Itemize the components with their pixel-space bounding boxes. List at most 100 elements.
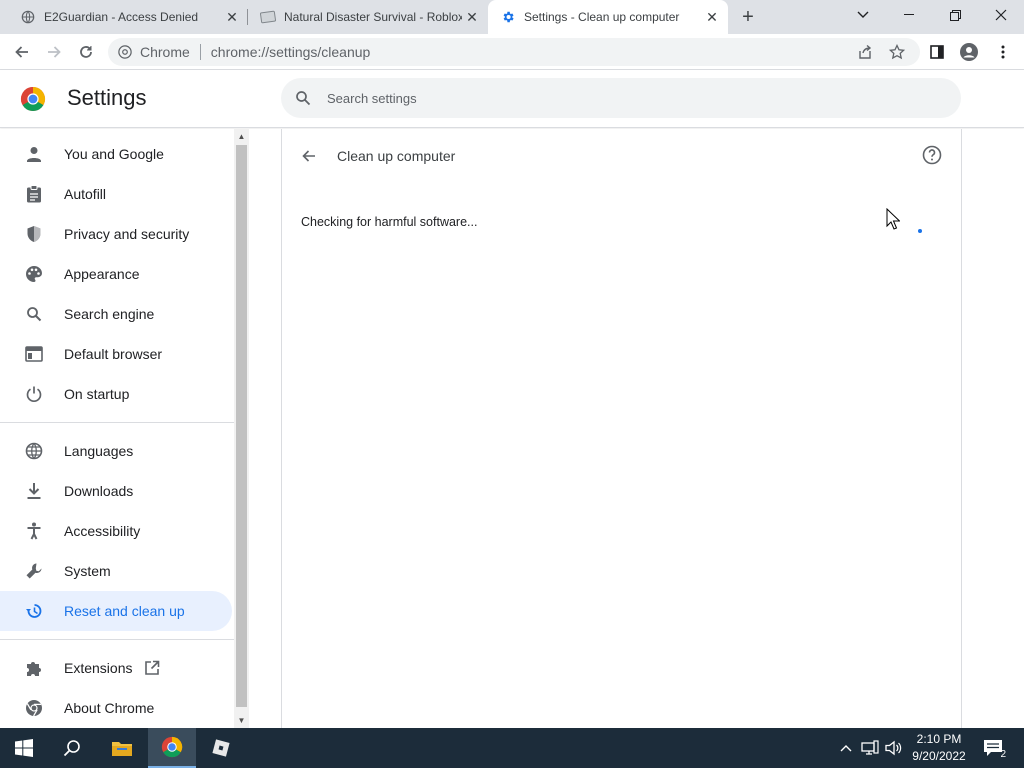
scrollbar-thumb[interactable] — [236, 145, 247, 707]
scroll-up-arrow-icon[interactable]: ▲ — [237, 132, 246, 141]
sidebar-item-on-startup[interactable]: On startup — [0, 374, 232, 414]
address-bar[interactable]: Chrome chrome://settings/cleanup — [108, 38, 920, 66]
tab-title: E2Guardian - Access Denied — [44, 10, 199, 24]
sidebar-item-system[interactable]: System — [0, 551, 232, 591]
chrome-logo-icon — [20, 86, 46, 112]
sidebar-item-reset-and-clean-up[interactable]: Reset and clean up — [0, 591, 232, 631]
sidebar-item-label: Appearance — [64, 266, 140, 282]
sidebar-item-you-and-google[interactable]: You and Google — [0, 134, 232, 174]
loading-spinner — [918, 229, 922, 233]
search-icon — [293, 88, 313, 108]
sidebar-item-label: Autofill — [64, 186, 107, 202]
browser-icon — [24, 344, 44, 364]
taskbar-roblox[interactable] — [197, 728, 245, 768]
chrome-icon — [24, 698, 44, 718]
settings-header: Settings Search settings — [0, 70, 1024, 128]
sidebar-item-label: Privacy and security — [64, 226, 190, 242]
profile-avatar-icon[interactable] — [956, 39, 982, 65]
sidebar-item-about-chrome[interactable]: About Chrome — [0, 688, 232, 728]
tab-title: Settings - Clean up computer — [524, 10, 680, 24]
minimize-button[interactable] — [886, 0, 932, 30]
sidebar-divider — [0, 639, 234, 640]
back-button[interactable] — [8, 38, 36, 66]
puzzle-icon — [24, 658, 44, 678]
tab-settings[interactable]: Settings - Clean up computer ✕ — [488, 0, 728, 34]
close-tab-icon[interactable]: ✕ — [462, 7, 482, 27]
sidebar-item-label: You and Google — [64, 146, 164, 162]
sidebar-item-label: Reset and clean up — [64, 603, 185, 619]
chrome-logo-icon — [161, 736, 183, 758]
sidebar-divider — [0, 422, 234, 423]
search-icon — [24, 304, 44, 324]
network-icon[interactable] — [860, 738, 880, 758]
url-text[interactable]: chrome://settings/cleanup — [211, 44, 371, 60]
page-icon — [260, 9, 276, 25]
browser-toolbar: Chrome chrome://settings/cleanup — [0, 34, 1024, 70]
sidebar-item-extensions[interactable]: Extensions — [0, 648, 232, 688]
sidebar-item-search-engine[interactable]: Search engine — [0, 294, 232, 334]
close-tab-icon[interactable]: ✕ — [222, 7, 242, 27]
settings-sidebar: You and Google Autofill Privacy and secu… — [0, 129, 234, 728]
sidebar-item-accessibility[interactable]: Accessibility — [0, 511, 232, 551]
sidebar-item-appearance[interactable]: Appearance — [0, 254, 232, 294]
tab-e2guardian[interactable]: E2Guardian - Access Denied ✕ — [8, 0, 248, 34]
tab-strip: E2Guardian - Access Denied ✕ Natural Dis… — [0, 0, 1024, 34]
page-title: Settings — [67, 85, 147, 110]
sidebar-scrollbar[interactable]: ▲ ▼ — [234, 129, 249, 728]
bookmark-star-icon[interactable] — [884, 39, 910, 65]
globe-icon — [24, 441, 44, 461]
side-panel-icon[interactable] — [924, 39, 950, 65]
share-icon[interactable] — [852, 39, 878, 65]
sidebar-item-autofill[interactable]: Autofill — [0, 174, 232, 214]
globe-icon — [20, 9, 36, 25]
close-window-button[interactable] — [978, 0, 1024, 30]
status-text: Checking for harmful software... — [301, 215, 478, 229]
action-center-button[interactable]: 2 — [980, 736, 1006, 760]
sidebar-item-default-browser[interactable]: Default browser — [0, 334, 232, 374]
mouse-cursor-icon — [886, 208, 900, 230]
cleanup-card: Clean up computer Checking for harmful s… — [281, 129, 962, 728]
tab-search-icon[interactable] — [840, 0, 886, 30]
clock-time: 2:10 PM — [916, 732, 962, 746]
taskbar-file-explorer[interactable] — [98, 728, 146, 768]
scroll-down-arrow-icon[interactable]: ▼ — [237, 716, 246, 725]
sidebar-item-label: About Chrome — [64, 700, 155, 716]
reload-button[interactable] — [72, 38, 100, 66]
close-tab-icon[interactable]: ✕ — [702, 7, 722, 27]
sidebar-item-label: Accessibility — [64, 523, 141, 539]
forward-button[interactable] — [40, 38, 68, 66]
start-button[interactable] — [0, 728, 48, 768]
back-arrow-button[interactable] — [296, 143, 322, 169]
subpage-title: Clean up computer — [337, 148, 456, 164]
sidebar-item-label: Extensions — [64, 660, 133, 676]
gear-icon — [500, 9, 516, 25]
person-icon — [24, 144, 44, 164]
volume-icon[interactable] — [884, 738, 904, 758]
search-settings-input[interactable]: Search settings — [281, 78, 961, 118]
omnibox-divider — [199, 44, 201, 60]
sidebar-item-privacy-and-security[interactable]: Privacy and security — [0, 214, 232, 254]
sidebar-item-languages[interactable]: Languages — [0, 431, 232, 471]
tab-title: Natural Disaster Survival - Roblox — [284, 10, 462, 24]
taskbar-chrome[interactable] — [148, 728, 196, 768]
new-tab-button[interactable]: + — [736, 5, 760, 29]
clipboard-icon — [24, 184, 44, 204]
clock-date: 9/20/2022 — [912, 749, 966, 763]
download-icon — [24, 481, 44, 501]
power-icon — [24, 384, 44, 404]
history-icon — [24, 601, 44, 621]
kebab-menu-icon[interactable] — [990, 39, 1016, 65]
taskbar-clock[interactable]: 2:10 PM 9/20/2022 — [906, 731, 972, 765]
show-hidden-icons-chevron-icon[interactable] — [836, 738, 856, 758]
sidebar-item-label: On startup — [64, 386, 130, 402]
sidebar-item-downloads[interactable]: Downloads — [0, 471, 232, 511]
taskbar-search-button[interactable] — [48, 728, 96, 768]
tab-roblox[interactable]: Natural Disaster Survival - Roblox ✕ — [248, 0, 488, 34]
sidebar-item-label: System — [64, 563, 111, 579]
shield-icon — [24, 224, 44, 244]
help-icon[interactable] — [920, 143, 944, 167]
roblox-icon — [212, 739, 230, 757]
restore-button[interactable] — [932, 0, 978, 30]
open-in-new-icon[interactable] — [144, 660, 160, 676]
sidebar-item-label: Default browser — [64, 346, 163, 362]
